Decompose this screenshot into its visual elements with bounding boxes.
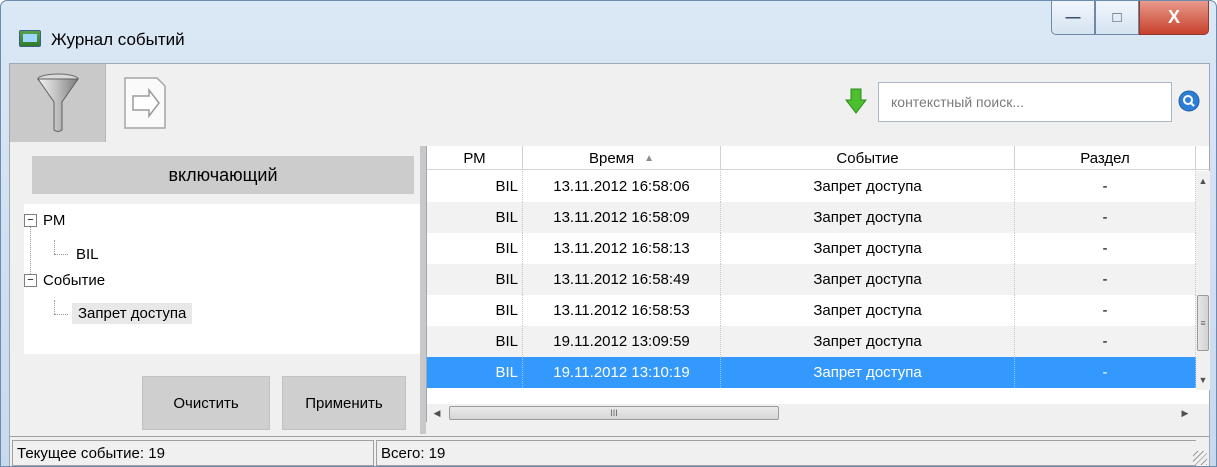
- sort-ascending-icon: ▲: [644, 152, 655, 164]
- cell-time: 13.11.2012 16:58:06: [523, 171, 721, 202]
- column-header-label: Раздел: [1080, 149, 1130, 167]
- cell-event: Запрет доступа: [721, 202, 1015, 233]
- apply-context-search-button[interactable]: [844, 88, 868, 114]
- cell-time: 13.11.2012 16:58:09: [523, 202, 721, 233]
- column-header-pm[interactable]: РМ: [427, 146, 523, 170]
- tree-connector: [54, 240, 55, 254]
- app-monitor-icon: [19, 30, 41, 47]
- apply-button[interactable]: Применить: [282, 376, 406, 430]
- search-icon: [1178, 90, 1200, 112]
- cell-time: 13.11.2012 16:58:13: [523, 233, 721, 264]
- minimize-button[interactable]: —: [1051, 1, 1095, 35]
- vertical-scrollbar[interactable]: ▲ ≡ ▼: [1196, 171, 1210, 390]
- cell-pm: BIL: [427, 326, 523, 357]
- export-button[interactable]: [114, 72, 176, 134]
- close-button[interactable]: X: [1139, 1, 1209, 35]
- cell-section: -: [1015, 202, 1196, 233]
- tree-node-event[interactable]: − Событие: [24, 268, 105, 292]
- cell-pm: BIL: [427, 233, 523, 264]
- cell-section: -: [1015, 357, 1196, 388]
- column-header-event[interactable]: Событие: [721, 146, 1015, 170]
- cell-pm: BIL: [427, 357, 523, 388]
- clear-button[interactable]: Очистить: [142, 376, 270, 430]
- status-total: Всего: 19: [376, 440, 1196, 466]
- table-row[interactable]: BIL 13.11.2012 16:58:09 Запрет доступа -: [427, 202, 1196, 233]
- cell-event: Запрет доступа: [721, 233, 1015, 264]
- tree-node-bil[interactable]: BIL: [76, 242, 99, 266]
- status-bar: Текущее событие: 19 Всего: 19: [10, 436, 1209, 466]
- column-header-time[interactable]: Время ▲: [523, 146, 721, 170]
- search-button[interactable]: [1176, 88, 1202, 114]
- tree-node-pm[interactable]: − РМ: [24, 208, 65, 232]
- tree-node-label: Событие: [43, 271, 106, 289]
- filter-toggle-button[interactable]: [10, 64, 106, 142]
- cell-event: Запрет доступа: [721, 357, 1015, 388]
- green-down-arrow-icon: [844, 88, 868, 114]
- window-title: Журнал событий: [51, 30, 185, 49]
- tree-node-access-denied[interactable]: Запрет доступа: [72, 301, 193, 325]
- column-header-section[interactable]: Раздел: [1015, 146, 1196, 170]
- cell-time: 13.11.2012 16:58:49: [523, 264, 721, 295]
- cell-time: 19.11.2012 13:09:59: [523, 326, 721, 357]
- filter-tree[interactable]: − РМ BIL − Событие Запрет доступа: [24, 204, 420, 354]
- horizontal-scroll-thumb[interactable]: III: [449, 406, 779, 420]
- toolbar: [10, 64, 1209, 142]
- maximize-button[interactable]: □: [1095, 1, 1139, 35]
- tree-connector: [54, 314, 68, 315]
- cell-pm: BIL: [427, 295, 523, 326]
- cell-pm: BIL: [427, 202, 523, 233]
- horizontal-scrollbar[interactable]: ◀ III ▶: [426, 404, 1195, 422]
- cell-pm: BIL: [427, 264, 523, 295]
- scroll-up-icon[interactable]: ▲: [1196, 173, 1210, 189]
- export-document-icon: [124, 77, 166, 129]
- table-row[interactable]: BIL 13.11.2012 16:58:49 Запрет доступа -: [427, 264, 1196, 295]
- grid-body: BIL 13.11.2012 16:58:06 Запрет доступа -…: [427, 171, 1196, 390]
- tree-connector: [54, 300, 55, 314]
- column-header-label: РМ: [463, 149, 486, 167]
- table-row[interactable]: BIL 13.11.2012 16:58:06 Запрет доступа -: [427, 171, 1196, 202]
- cell-section: -: [1015, 326, 1196, 357]
- column-header-label: Событие: [836, 149, 899, 167]
- table-row-selected[interactable]: BIL 19.11.2012 13:10:19 Запрет доступа -: [427, 357, 1196, 388]
- tree-node-label: BIL: [76, 245, 99, 263]
- grid-header: РМ Время ▲ Событие Раздел: [427, 146, 1209, 170]
- events-grid: РМ Время ▲ Событие Раздел BIL 13.11.2012 …: [426, 146, 1210, 404]
- cell-section: -: [1015, 171, 1196, 202]
- cell-time: 19.11.2012 13:10:19: [523, 357, 721, 388]
- table-row[interactable]: BIL 13.11.2012 16:58:13 Запрет доступа -: [427, 233, 1196, 264]
- table-row[interactable]: BIL 13.11.2012 16:58:53 Запрет доступа -: [427, 295, 1196, 326]
- funnel-icon: [36, 73, 79, 132]
- cell-section: -: [1015, 295, 1196, 326]
- scroll-down-icon[interactable]: ▼: [1196, 372, 1210, 388]
- cell-section: -: [1015, 264, 1196, 295]
- cell-pm: BIL: [427, 171, 523, 202]
- filter-mode-header[interactable]: включающий: [32, 156, 414, 194]
- tree-node-label: Запрет доступа: [72, 302, 193, 324]
- tree-connector: [54, 254, 68, 255]
- window-controls: — □ X: [1051, 1, 1209, 37]
- tree-node-label: РМ: [43, 211, 66, 229]
- cell-time: 13.11.2012 16:58:53: [523, 295, 721, 326]
- scroll-left-icon[interactable]: ◀: [429, 404, 445, 422]
- cell-event: Запрет доступа: [721, 295, 1015, 326]
- cell-event: Запрет доступа: [721, 264, 1015, 295]
- resize-grip-icon[interactable]: [1193, 451, 1207, 465]
- cell-event: Запрет доступа: [721, 171, 1015, 202]
- vertical-scroll-thumb[interactable]: ≡: [1197, 295, 1209, 351]
- collapse-icon[interactable]: −: [24, 213, 37, 227]
- table-row[interactable]: BIL 19.11.2012 13:09:59 Запрет доступа -: [427, 326, 1196, 357]
- scroll-right-icon[interactable]: ▶: [1177, 404, 1193, 422]
- filter-panel: включающий − РМ BIL − Событие Запрет дос…: [10, 146, 420, 434]
- cell-event: Запрет доступа: [721, 326, 1015, 357]
- cell-section: -: [1015, 233, 1196, 264]
- column-header-label: Время: [588, 149, 635, 167]
- collapse-icon[interactable]: −: [24, 273, 37, 287]
- title-bar[interactable]: Журнал событий — □ X: [1, 1, 1216, 59]
- event-log-window: Журнал событий — □ X контекстный поиск..…: [0, 0, 1217, 467]
- client-area: включающий − РМ BIL − Событие: [9, 63, 1210, 466]
- context-search-input[interactable]: [878, 82, 1172, 122]
- status-current-event: Текущее событие: 19: [12, 440, 374, 466]
